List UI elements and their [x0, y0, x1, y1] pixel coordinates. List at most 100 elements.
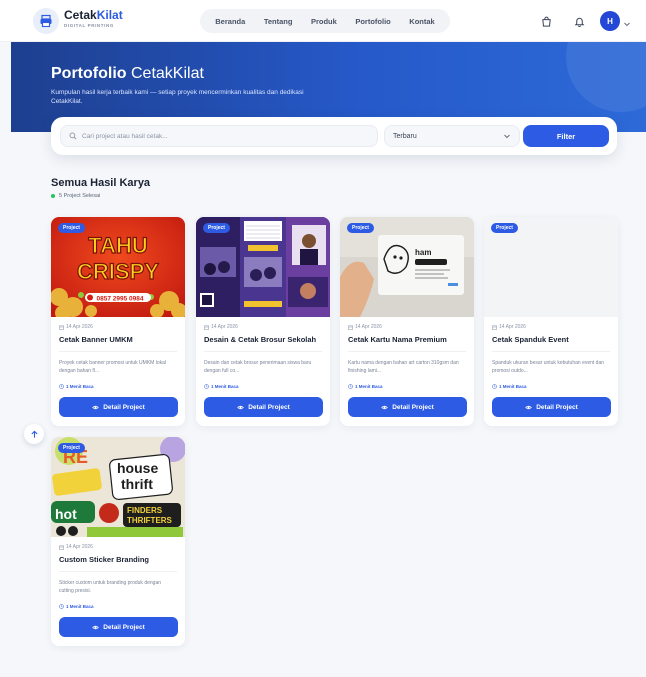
project-card: TAHU CRISPY 0857 2995 0984 Project 14 Ap…	[51, 217, 185, 426]
card-title[interactable]: Cetak Banner UMKM	[59, 335, 183, 344]
calendar-icon	[59, 325, 64, 330]
clock-icon	[204, 384, 209, 389]
arrow-up-icon	[30, 430, 38, 438]
detail-project-label: Detail Project	[392, 403, 434, 411]
section-title: Semua Hasil Karya	[51, 177, 151, 189]
card-divider	[59, 571, 177, 572]
project-count-text: 5 Project Selesai	[59, 193, 101, 199]
project-card: RE house thrift hot FINDERS THRIFTERS Pr…	[51, 437, 185, 646]
card-read-time: 1 Menit Baca	[204, 384, 239, 389]
eye-icon	[92, 625, 100, 629]
card-date: 14 Apr 2026	[59, 324, 93, 330]
card-read-time-text: 1 Menit Baca	[66, 384, 94, 389]
project-card: Project 14 Apr 2026 Desain & Cetak Brosu…	[196, 217, 330, 426]
eye-icon	[525, 405, 533, 409]
card-divider	[204, 351, 322, 352]
calendar-icon	[348, 325, 353, 330]
brand-logo[interactable]: CetakKilat DIGITAL PRINTING	[64, 8, 123, 29]
brand-name-main: Cetak	[64, 8, 97, 22]
card-title[interactable]: Desain & Cetak Brosur Sekolah	[204, 335, 328, 344]
card-date-text: 14 Apr 2026	[66, 544, 93, 550]
svg-text:0857 2995 0984: 0857 2995 0984	[97, 296, 144, 303]
svg-text:hot: hot	[55, 506, 77, 522]
detail-project-button[interactable]: Detail Project	[492, 397, 611, 417]
card-date: 14 Apr 2026	[492, 324, 526, 330]
hero-decoration	[566, 42, 646, 112]
calendar-icon	[204, 325, 209, 330]
calendar-icon	[59, 545, 64, 550]
card-divider	[348, 351, 466, 352]
card-read-time: 1 Menit Baca	[59, 604, 94, 609]
brand-subtitle: DIGITAL PRINTING	[64, 23, 114, 28]
clock-icon	[348, 384, 353, 389]
svg-text:CRISPY: CRISPY	[77, 259, 159, 284]
project-card: ham Project 14 Apr 2026 Cetak Kartu Nama…	[340, 217, 474, 426]
filter-bar: Cari project atau hasil cetak... Terbaru…	[51, 117, 617, 155]
card-title[interactable]: Cetak Spanduk Event	[492, 335, 616, 344]
detail-project-button[interactable]: Detail Project	[348, 397, 467, 417]
chevron-down-icon[interactable]	[623, 15, 631, 33]
card-title[interactable]: Cetak Kartu Nama Premium	[348, 335, 472, 344]
card-read-time-text: 1 Menit Baca	[211, 384, 239, 389]
filter-button[interactable]: Filter	[523, 125, 609, 147]
card-date-text: 14 Apr 2026	[66, 324, 93, 330]
chevron-down-icon	[504, 134, 510, 139]
card-divider	[59, 351, 177, 352]
detail-project-label: Detail Project	[103, 403, 145, 411]
scroll-to-top-button[interactable]	[24, 424, 44, 444]
search-placeholder: Cari project atau hasil cetak...	[82, 132, 168, 140]
sort-value: Terbaru	[393, 132, 417, 140]
svg-text:house: house	[117, 460, 158, 476]
card-description: Spanduk ukuran besar untuk kebutuhan eve…	[492, 360, 605, 374]
card-read-time: 1 Menit Baca	[348, 384, 383, 389]
bag-icon[interactable]	[537, 12, 555, 30]
card-read-time-text: 1 Menit Baca	[66, 604, 94, 609]
svg-text:FINDERS: FINDERS	[127, 506, 163, 515]
eye-icon	[92, 405, 100, 409]
search-icon	[69, 132, 77, 140]
card-date: 14 Apr 2026	[204, 324, 238, 330]
svg-text:TAHU: TAHU	[88, 233, 147, 258]
card-date: 14 Apr 2026	[59, 544, 93, 550]
card-description: Kartu nama dengan bahan art carton 310gs…	[348, 360, 459, 374]
project-card: Project 14 Apr 2026 Cetak Spanduk Event …	[484, 217, 618, 426]
nav-link-kontak[interactable]: Kontak	[409, 17, 434, 26]
card-divider	[492, 351, 610, 352]
user-avatar[interactable]: H	[600, 11, 620, 31]
svg-text:ham: ham	[415, 248, 431, 257]
sort-select[interactable]: Terbaru	[384, 125, 520, 147]
card-read-time: 1 Menit Baca	[59, 384, 94, 389]
project-badge: Project	[58, 223, 85, 233]
nav-link-beranda[interactable]: Beranda	[215, 17, 245, 26]
detail-project-button[interactable]: Detail Project	[204, 397, 323, 417]
nav-menu: Beranda Tentang Produk Portofolio Kontak	[200, 9, 450, 33]
svg-text:THRIFTERS: THRIFTERS	[127, 516, 173, 525]
detail-project-button[interactable]: Detail Project	[59, 397, 178, 417]
project-badge: Project	[491, 223, 518, 233]
eye-icon	[381, 405, 389, 409]
nav-link-portofolio[interactable]: Portofolio	[355, 17, 390, 26]
project-badge: Project	[203, 223, 230, 233]
nav-link-produk[interactable]: Produk	[311, 17, 337, 26]
search-input[interactable]: Cari project atau hasil cetak...	[60, 125, 378, 147]
bell-icon[interactable]	[570, 12, 588, 30]
detail-project-button[interactable]: Detail Project	[59, 617, 178, 637]
project-count: 5 Project Selesai	[51, 193, 100, 199]
brand-name-accent: Kilat	[96, 8, 123, 22]
detail-project-label: Detail Project	[248, 403, 290, 411]
card-description: Desain dan cetak brosur penerimaan siswa…	[204, 360, 312, 374]
svg-text:thrift: thrift	[121, 476, 153, 492]
clock-icon	[59, 604, 64, 609]
card-date-text: 14 Apr 2026	[211, 324, 238, 330]
card-date: 14 Apr 2026	[348, 324, 382, 330]
project-badge: Project	[58, 443, 85, 453]
project-badge: Project	[347, 223, 374, 233]
card-date-text: 14 Apr 2026	[499, 324, 526, 330]
nav-link-tentang[interactable]: Tentang	[264, 17, 293, 26]
clock-icon	[492, 384, 497, 389]
printer-icon[interactable]	[33, 8, 59, 34]
card-title[interactable]: Custom Sticker Branding	[59, 555, 183, 564]
hero-description: Kumpulan hasil kerja terbaik kami — seti…	[51, 89, 304, 105]
status-dot	[51, 194, 55, 198]
calendar-icon	[492, 325, 497, 330]
